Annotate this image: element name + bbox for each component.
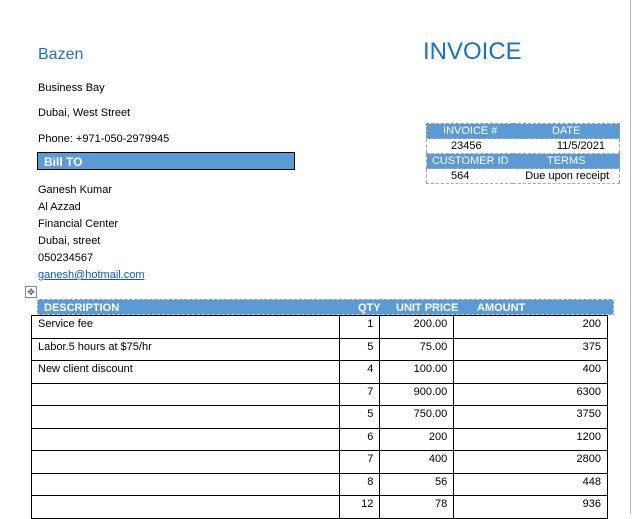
cell-amount[interactable]: 3750 bbox=[453, 405, 608, 429]
bill-to-line: Ganesh Kumar bbox=[38, 184, 112, 196]
cell-amount[interactable]: 936 bbox=[453, 495, 608, 519]
cell-description[interactable] bbox=[30, 382, 341, 406]
cell-qty[interactable]: 7 bbox=[339, 450, 381, 474]
cell-description[interactable]: New client discount bbox=[30, 360, 341, 384]
table-move-handle-icon[interactable]: ✥ bbox=[25, 286, 37, 298]
company-address-2: Dubai, West Street bbox=[38, 107, 131, 119]
cell-amount[interactable]: 375 bbox=[453, 337, 608, 361]
date-label: DATE bbox=[513, 123, 620, 139]
invoice-date[interactable]: 11/5/2021 bbox=[513, 138, 620, 154]
cell-qty[interactable]: 7 bbox=[339, 382, 381, 406]
header-description: DESCRIPTION bbox=[44, 302, 120, 314]
header-unit-price: UNIT PRICE bbox=[396, 302, 459, 314]
company-address-1: Business Bay bbox=[38, 82, 105, 94]
cell-description[interactable] bbox=[30, 472, 341, 496]
cell-amount[interactable]: 400 bbox=[453, 360, 608, 384]
cell-description[interactable] bbox=[30, 405, 341, 429]
items-table: Service fee 1 200.00 200 Labor.5 hours at $7… bbox=[30, 315, 608, 519]
cell-amount[interactable]: 1200 bbox=[453, 427, 608, 451]
cell-amount[interactable]: 2800 bbox=[453, 450, 608, 474]
table-row: Labor.5 hours at $75/hr 5 75.00 375 bbox=[30, 337, 608, 361]
invoice-number[interactable]: 23456 bbox=[426, 138, 514, 154]
cell-qty[interactable]: 12 bbox=[339, 495, 381, 519]
cell-description[interactable] bbox=[30, 495, 341, 519]
bill-to-line: Dubai, street bbox=[38, 235, 101, 247]
customer-id[interactable]: 564 bbox=[426, 168, 514, 184]
terms-label: TERMS bbox=[513, 153, 620, 169]
company-phone: Phone: +971-050-2979945 bbox=[38, 133, 170, 145]
bill-to-email-link[interactable]: ganesh@hotmail.com bbox=[38, 269, 145, 281]
cell-unit-price[interactable]: 100.00 bbox=[379, 360, 455, 384]
cell-qty[interactable]: 5 bbox=[339, 405, 381, 429]
company-name: Bazen bbox=[38, 46, 84, 63]
cell-unit-price[interactable]: 400 bbox=[379, 450, 455, 474]
items-table-header: DESCRIPTION QTY UNIT PRICE AMOUNT bbox=[37, 299, 614, 315]
cell-unit-price[interactable]: 56 bbox=[379, 472, 455, 496]
bill-to-line: 050234567 bbox=[38, 252, 94, 264]
invoice-number-label: INVOICE # bbox=[426, 123, 514, 139]
cell-unit-price[interactable]: 78 bbox=[379, 495, 455, 519]
invoice-info-table: INVOICE # DATE 23456 11/5/2021 CUSTOMER ID… bbox=[426, 123, 620, 184]
cell-unit-price[interactable]: 900.00 bbox=[379, 382, 455, 406]
bill-to-line: Al Azzad bbox=[38, 201, 81, 213]
bill-to-header: Bill TO bbox=[37, 152, 295, 170]
cell-unit-price[interactable]: 200 bbox=[379, 427, 455, 451]
table-row: Service fee 1 200.00 200 bbox=[30, 315, 608, 339]
header-qty: QTY bbox=[358, 302, 381, 314]
table-row: New client discount 4 100.00 400 bbox=[30, 360, 608, 384]
customer-id-label: CUSTOMER ID bbox=[426, 153, 514, 169]
table-row: 7 400 2800 bbox=[30, 450, 608, 474]
table-row: 8 56 448 bbox=[30, 472, 608, 496]
table-row: 7 900.00 6300 bbox=[30, 382, 608, 406]
cell-description[interactable] bbox=[30, 450, 341, 474]
page-edge-divider bbox=[630, 0, 631, 514]
cell-description[interactable]: Service fee bbox=[30, 315, 341, 339]
cell-amount[interactable]: 448 bbox=[453, 472, 608, 496]
bill-to-line: Financial Center bbox=[38, 218, 119, 230]
table-row: 5 750.00 3750 bbox=[30, 405, 608, 429]
table-row: 12 78 936 bbox=[30, 495, 608, 519]
cell-unit-price[interactable]: 200.00 bbox=[379, 315, 455, 339]
cell-description[interactable] bbox=[30, 427, 341, 451]
invoice-title: INVOICE bbox=[423, 38, 522, 65]
terms[interactable]: Due upon receipt bbox=[513, 168, 620, 184]
cell-qty[interactable]: 8 bbox=[339, 472, 381, 496]
header-amount: AMOUNT bbox=[477, 302, 526, 314]
cell-unit-price[interactable]: 75.00 bbox=[379, 337, 455, 361]
cell-qty[interactable]: 5 bbox=[339, 337, 381, 361]
cell-qty[interactable]: 4 bbox=[339, 360, 381, 384]
cell-amount[interactable]: 6300 bbox=[453, 382, 608, 406]
cell-qty[interactable]: 1 bbox=[339, 315, 381, 339]
cell-description[interactable]: Labor.5 hours at $75/hr bbox=[30, 337, 341, 361]
cell-unit-price[interactable]: 750.00 bbox=[379, 405, 455, 429]
cell-amount[interactable]: 200 bbox=[453, 315, 608, 339]
cell-qty[interactable]: 6 bbox=[339, 427, 381, 451]
table-row: 6 200 1200 bbox=[30, 427, 608, 451]
